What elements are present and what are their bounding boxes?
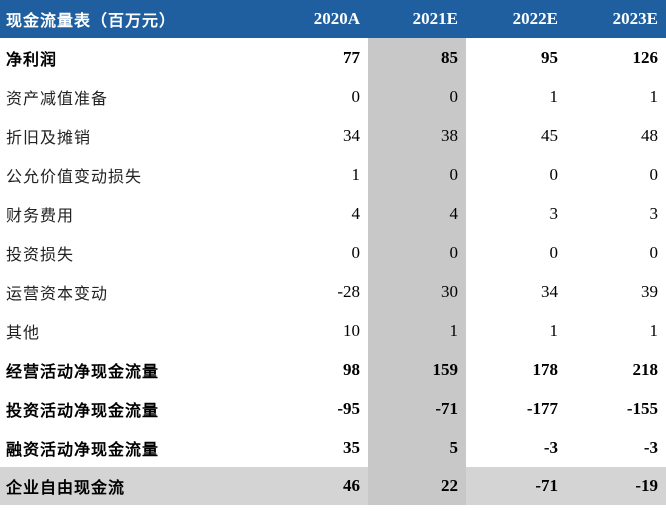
- cell-2020a: 4: [351, 203, 361, 223]
- row-operating-cash-flow: 经营活动净现金流量 98 159 178 218: [0, 350, 666, 389]
- row-fair-value-loss: 公允价值变动损失 1 0 0 0: [0, 155, 666, 194]
- cell-2023e: 0: [649, 242, 659, 262]
- cell-2023e: 39: [641, 281, 658, 301]
- row-investing-cash-flow: 投资活动净现金流量 -95 -71 -177 -155: [0, 389, 666, 428]
- year-2023e: 2023E: [566, 0, 666, 38]
- row-label: 投资损失: [6, 244, 75, 264]
- row-working-capital-change: 运营资本变动 -28 30 34 39: [0, 272, 666, 311]
- cell-2020a: 0: [351, 242, 361, 262]
- row-label: 企业自由现金流: [0, 467, 292, 505]
- cell-2020a: 0: [351, 86, 361, 106]
- row-label: 投资活动净现金流量: [6, 400, 160, 420]
- cell-2023e: 48: [641, 125, 658, 145]
- cell-2020a: 98: [343, 359, 360, 379]
- cell-2020a: 10: [343, 320, 360, 340]
- row-free-cash-flow: 企业自由现金流 46 22 -71 -19: [0, 467, 666, 505]
- cell-2023e: 0: [649, 164, 659, 184]
- cell-2020a: 34: [343, 125, 360, 145]
- cell-2021e: 0: [368, 155, 466, 194]
- row-other: 其他 10 1 1 1: [0, 311, 666, 350]
- cell-2023e: 218: [632, 359, 659, 379]
- cell-2022e: -71: [466, 467, 566, 505]
- row-depreciation: 折旧及摊销 34 38 45 48: [0, 116, 666, 155]
- row-investment-loss: 投资损失 0 0 0 0: [0, 233, 666, 272]
- cell-2020a: 46: [292, 467, 368, 505]
- cell-2022e: 34: [541, 281, 558, 301]
- row-financial-expense: 财务费用 4 4 3 3: [0, 194, 666, 233]
- year-2020a: 2020A: [292, 0, 368, 38]
- cell-2021e: 4: [368, 194, 466, 233]
- cell-2022e: -177: [526, 398, 558, 418]
- cell-2021e: 30: [368, 272, 466, 311]
- cell-2020a: 77: [343, 47, 360, 67]
- cell-2022e: 0: [549, 164, 559, 184]
- cell-2021e: 85: [368, 38, 466, 77]
- cell-2020a: -28: [337, 281, 360, 301]
- cell-2022e: 3: [549, 203, 559, 223]
- cell-2023e: -155: [626, 398, 658, 418]
- cell-2022e: -3: [543, 437, 558, 457]
- cell-2021e: 22: [368, 467, 466, 505]
- cell-2023e: 126: [632, 47, 659, 67]
- cell-2022e: 95: [541, 47, 558, 67]
- cash-flow-table: 现金流量表（百万元） 2020A 2021E 2022E 2023E 净利润 7…: [0, 0, 666, 505]
- cell-2021e: 0: [368, 233, 466, 272]
- row-label: 资产减值准备: [6, 88, 109, 108]
- cell-2021e: 0: [368, 77, 466, 116]
- row-label: 财务费用: [6, 205, 75, 225]
- cell-2020a: -95: [337, 398, 360, 418]
- cell-2021e: 159: [368, 350, 466, 389]
- cell-2023e: -19: [566, 467, 666, 505]
- cell-2023e: -3: [643, 437, 658, 457]
- row-label: 运营资本变动: [6, 283, 109, 303]
- row-net-profit: 净利润 77 85 95 126: [0, 38, 666, 77]
- row-financing-cash-flow: 融资活动净现金流量 35 5 -3 -3: [0, 428, 666, 467]
- cell-2023e: 1: [649, 86, 659, 106]
- cell-2022e: 1: [549, 320, 559, 340]
- year-2022e: 2022E: [466, 0, 566, 38]
- row-label: 公允价值变动损失: [6, 166, 143, 186]
- cell-2020a: 1: [351, 164, 361, 184]
- cell-2023e: 1: [649, 320, 659, 340]
- table-title: 现金流量表（百万元）: [0, 0, 292, 38]
- year-2021e: 2021E: [368, 0, 466, 38]
- row-label: 折旧及摊销: [6, 127, 92, 147]
- cell-2022e: 178: [532, 359, 559, 379]
- row-label: 净利润: [6, 49, 58, 69]
- row-label: 其他: [6, 322, 41, 342]
- row-label: 经营活动净现金流量: [6, 361, 160, 381]
- row-label: 融资活动净现金流量: [6, 439, 160, 459]
- cell-2022e: 1: [549, 86, 559, 106]
- row-asset-impairment: 资产减值准备 0 0 1 1: [0, 77, 666, 116]
- cell-2021e: 38: [368, 116, 466, 155]
- cell-2021e: -71: [368, 389, 466, 428]
- cell-2023e: 3: [649, 203, 659, 223]
- cell-2021e: 1: [368, 311, 466, 350]
- cell-2022e: 0: [549, 242, 559, 262]
- cell-2021e: 5: [368, 428, 466, 467]
- cell-2022e: 45: [541, 125, 558, 145]
- cell-2020a: 35: [343, 437, 360, 457]
- cash-flow-statement: 现金流量表（百万元） 2020A 2021E 2022E 2023E 净利润 7…: [0, 0, 666, 511]
- header-row: 现金流量表（百万元） 2020A 2021E 2022E 2023E: [0, 0, 666, 38]
